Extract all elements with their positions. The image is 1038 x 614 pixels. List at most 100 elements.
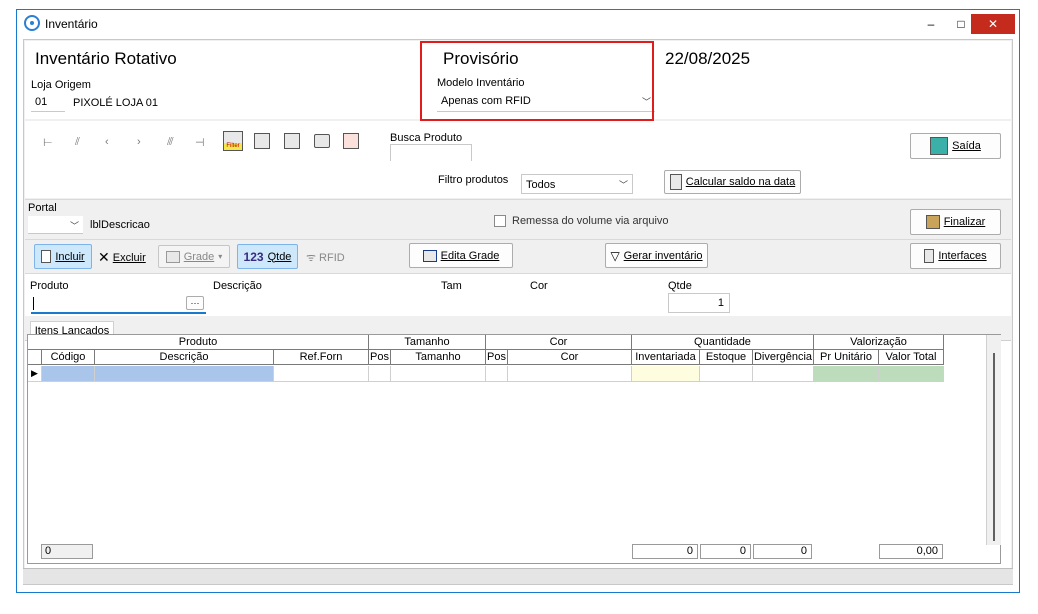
group-header-cor: Cor: [486, 335, 632, 350]
last-record-icon[interactable]: ⊣: [195, 136, 205, 149]
remessa-checkbox[interactable]: [494, 215, 506, 227]
divider: [25, 239, 1011, 240]
first-record-icon[interactable]: ⊢: [43, 136, 53, 149]
interfaces-button[interactable]: Interfaces: [910, 243, 1001, 269]
filtro-select[interactable]: Todos ﹀: [521, 174, 633, 194]
cell-divergencia[interactable]: [753, 366, 814, 382]
col-header-valor-total[interactable]: Valor Total: [879, 350, 944, 365]
cell-cor[interactable]: [508, 366, 632, 382]
descricao-col-label: Descrição: [213, 280, 262, 292]
col-header-pos-tamanho[interactable]: Pos: [369, 350, 391, 365]
filtro-value: Todos: [526, 179, 556, 191]
qtde-label: Qtde: [267, 250, 292, 263]
produto-lookup-button[interactable]: ···: [186, 296, 204, 310]
new-document-icon: [41, 250, 52, 263]
divider: [25, 199, 1011, 200]
rfid-button[interactable]: ᯤ RFID: [306, 250, 345, 265]
grid-scrollbar[interactable]: [986, 335, 1001, 545]
tam-label: Tam: [441, 280, 462, 292]
next-record-icon[interactable]: ›: [137, 136, 141, 148]
qtde-input[interactable]: 1: [668, 293, 730, 313]
cell-ref-forn[interactable]: [274, 366, 369, 382]
cell-tamanho[interactable]: [391, 366, 486, 382]
col-header-descricao[interactable]: Descrição: [95, 350, 274, 365]
text-cursor: [33, 297, 34, 310]
col-header-pr-unitario[interactable]: Pr Unitário: [814, 350, 879, 365]
col-header-divergencia[interactable]: Divergência: [753, 350, 814, 365]
qtde-icon: 123: [243, 249, 264, 264]
export-icon[interactable]: [343, 133, 359, 149]
grade-label: Grade: [183, 250, 215, 263]
saida-label: Saída: [952, 140, 981, 152]
excluir-button[interactable]: ✕ Excluir: [98, 249, 146, 266]
col-header-codigo[interactable]: Código: [42, 350, 95, 365]
items-grid[interactable]: Produto Tamanho Cor Quantidade Valorizaç…: [27, 334, 1001, 564]
gerar-inventario-button[interactable]: ▽ Gerar inventário: [605, 243, 708, 268]
highlight-box: [420, 41, 654, 121]
title-bar[interactable]: Inventário – □ ✕: [17, 10, 1019, 38]
window-title: Inventário: [45, 17, 98, 31]
rfid-icon: ᯤ: [306, 252, 317, 264]
close-button[interactable]: ✕: [971, 14, 1015, 34]
cell-valor-total[interactable]: [879, 366, 944, 382]
incluir-button[interactable]: Incluir: [34, 244, 92, 269]
calcular-saldo-button[interactable]: Calcular saldo na data: [664, 170, 801, 194]
cell-pr-unitario[interactable]: [814, 366, 879, 382]
grade-button[interactable]: Grade ▾: [158, 245, 230, 268]
col-header-cor[interactable]: Cor: [508, 350, 632, 365]
cell-inventariada[interactable]: [632, 366, 700, 382]
busca-produto-label: Busca Produto: [390, 132, 463, 144]
col-header-estoque[interactable]: Estoque: [700, 350, 753, 365]
exit-icon: [930, 137, 949, 155]
minimize-button[interactable]: –: [917, 14, 945, 34]
filter-funnel-icon: ▽: [610, 248, 620, 263]
qtde-button[interactable]: 123 Qtde: [237, 244, 298, 269]
remessa-label: Remessa do volume via arquivo: [512, 215, 669, 227]
toolbar-panel: ⊢ ⫽ ‹ › ⫻ ⊣ Filter Busca Produto Saída: [25, 121, 1011, 164]
col-header-ref-forn[interactable]: Ref.Forn: [274, 350, 369, 365]
col-header-inventariada[interactable]: Inventariada: [632, 350, 700, 365]
footer-divergencia: 0: [753, 544, 812, 559]
grid-icon: [422, 249, 437, 262]
gerar-label: Gerar inventário: [623, 249, 703, 262]
filters-panel: Filtro produtos Todos ﹀ Calcular saldo n…: [25, 161, 1011, 198]
cell-codigo[interactable]: [42, 366, 95, 382]
footer-inventariada: 0: [632, 544, 698, 559]
portal-label: Portal: [28, 202, 57, 214]
grid-icon: [165, 250, 180, 263]
cell-pos-tamanho[interactable]: [369, 366, 391, 382]
printer-icon[interactable]: [314, 134, 330, 148]
cell-descricao[interactable]: [95, 366, 274, 382]
close-icon: ✕: [98, 249, 110, 265]
group-header-tamanho: Tamanho: [369, 335, 486, 350]
chevron-down-icon: ﹀: [618, 180, 628, 190]
image-edit-icon[interactable]: [284, 133, 300, 149]
prev-page-icon[interactable]: ⫽: [75, 136, 80, 149]
cell-pos-cor[interactable]: [486, 366, 508, 382]
loja-name: PIXOLÉ LOJA 01: [73, 97, 158, 109]
app-icon: [24, 15, 40, 31]
excluir-label: Excluir: [112, 251, 146, 264]
grid-scrollbar-thumb[interactable]: [993, 353, 995, 541]
col-header-pos-cor[interactable]: Pos: [486, 350, 508, 365]
rfid-label: RFID: [319, 251, 345, 264]
filter-icon[interactable]: Filter: [223, 131, 243, 151]
next-page-icon[interactable]: ⫻: [167, 136, 174, 149]
saida-button[interactable]: Saída: [910, 133, 1001, 159]
finalizar-button[interactable]: Finalizar: [910, 209, 1001, 235]
interfaces-label: Interfaces: [938, 250, 987, 262]
prev-record-icon[interactable]: ‹: [105, 136, 109, 148]
filter-icon-text: Filter: [224, 143, 242, 150]
loja-code-field[interactable]: 01: [31, 94, 65, 112]
image-icon[interactable]: [254, 133, 270, 149]
edita-grade-button[interactable]: Edita Grade: [409, 243, 513, 268]
page-title: Inventário Rotativo: [35, 49, 177, 68]
descricao-label: lblDescricao: [90, 219, 150, 231]
produto-input[interactable]: ···: [31, 294, 206, 314]
cell-estoque[interactable]: [700, 366, 753, 382]
portal-select[interactable]: ﹀: [28, 216, 83, 234]
filtro-label: Filtro produtos: [438, 174, 509, 186]
edita-grade-label: Edita Grade: [440, 249, 500, 262]
col-header-tamanho[interactable]: Tamanho: [391, 350, 486, 365]
calculator-icon: [669, 174, 682, 190]
